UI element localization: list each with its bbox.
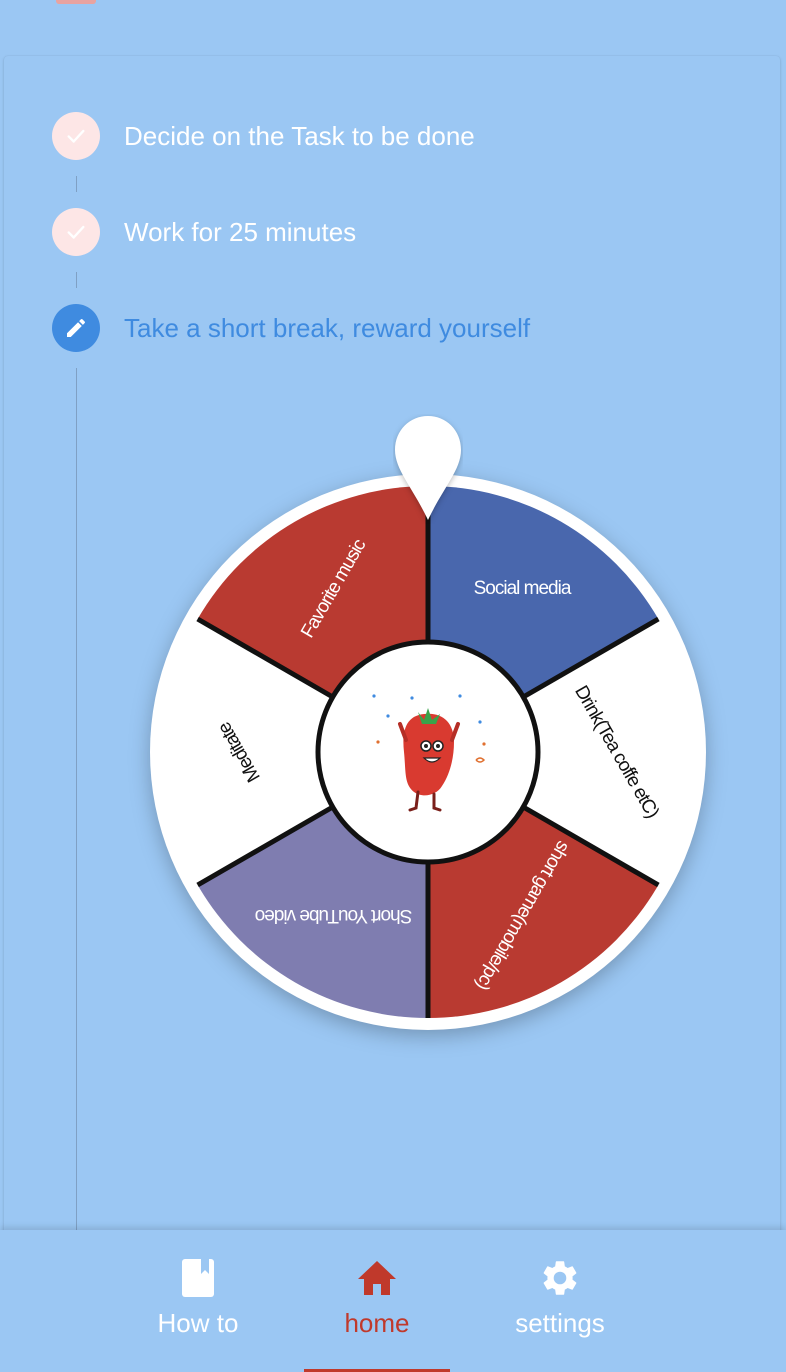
step-label-active: Take a short break, reward yourself	[124, 312, 531, 343]
check-icon	[67, 225, 85, 239]
step-connector	[76, 272, 77, 288]
step-done-circle	[52, 112, 100, 160]
pencil-icon	[67, 318, 86, 337]
step-content-line	[76, 368, 77, 1230]
nav-label: settings	[515, 1308, 605, 1338]
nav-label: How to	[157, 1308, 239, 1338]
bottom-navigation: How to home settings	[0, 1230, 786, 1372]
wheel-segment-label: Social media	[474, 578, 572, 599]
step-label: Decide on the Task to be done	[124, 120, 475, 151]
previous-card-tab	[56, 0, 96, 4]
step-short-break[interactable]: Take a short break, reward yourself	[52, 304, 530, 352]
step-decide-task[interactable]: Decide on the Task to be done	[52, 112, 475, 160]
step-work-25[interactable]: Work for 25 minutes	[52, 208, 356, 256]
step-connector	[76, 176, 77, 192]
nav-item-home[interactable]: home	[304, 1230, 450, 1372]
nav-label-active: home	[344, 1308, 410, 1338]
reward-wheel[interactable]: Social media Drink(Tea coffe etC) short ga…	[150, 474, 706, 1030]
step-active-circle	[52, 304, 100, 352]
step-label: Work for 25 minutes	[124, 216, 357, 247]
nav-item-settings[interactable]: settings	[487, 1230, 633, 1372]
home-icon	[358, 1261, 396, 1295]
nav-item-how-to[interactable]: How to	[125, 1230, 271, 1372]
check-icon	[67, 129, 85, 143]
wheel-pointer	[395, 416, 461, 520]
book-icon	[182, 1259, 214, 1297]
step-done-circle	[52, 208, 100, 256]
wheel-segment-label: Short YouTube video	[255, 905, 412, 926]
wheel-graphic: Social mediaDrink(Tea coffe etC)short ga…	[150, 474, 706, 1030]
gear-icon	[543, 1261, 577, 1295]
